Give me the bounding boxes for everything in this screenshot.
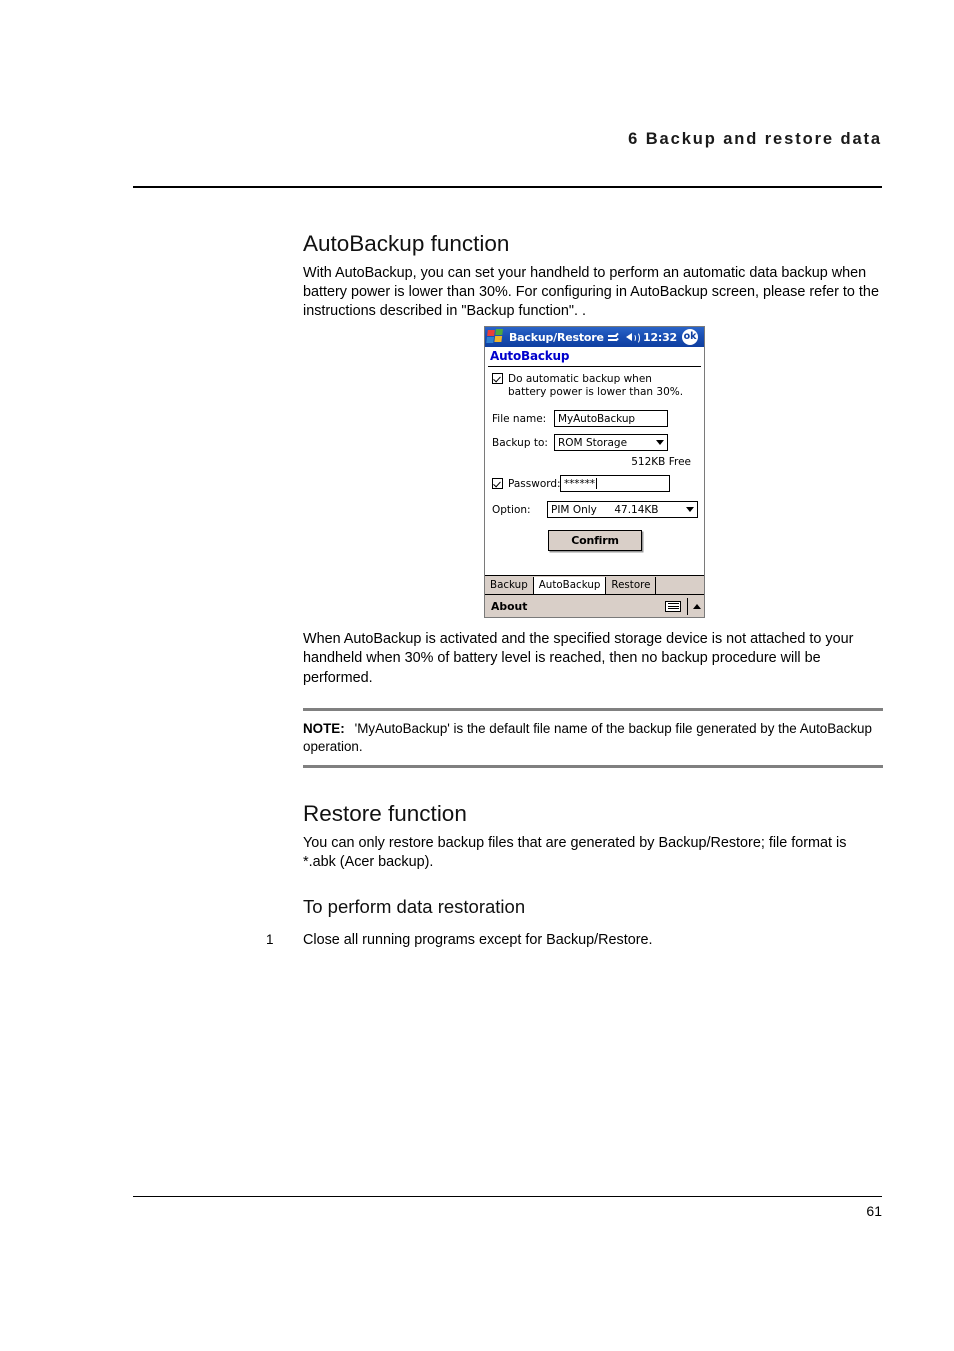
restore-intro-paragraph: You can only restore backup files that a…	[303, 835, 847, 871]
subheading-perform-restoration: To perform data restoration	[303, 896, 526, 918]
running-header-text: 6 Backup and restore data	[628, 130, 882, 148]
about-menu-button[interactable]: About	[491, 600, 527, 613]
pda-tab-bar: Backup AutoBackup Restore	[485, 575, 704, 594]
backup-to-row: Backup to: ROM Storage	[492, 434, 698, 452]
option-value: PIM Only	[551, 503, 597, 516]
section-title-autobackup: AutoBackup function	[303, 231, 510, 256]
step-text: Close all running programs except for Ba…	[303, 931, 653, 948]
pda-app-title: Backup/Restore	[509, 330, 604, 344]
password-checkbox[interactable]	[492, 478, 503, 490]
pda-command-bar: About	[485, 594, 704, 617]
option-select[interactable]: PIM Only 47.14KB	[547, 501, 698, 519]
tab-restore[interactable]: Restore	[606, 577, 657, 594]
password-input[interactable]: ******	[560, 475, 670, 493]
note-label: NOTE:	[303, 721, 345, 737]
ok-button[interactable]: ok	[682, 329, 698, 345]
running-header: 6 Backup and restore data	[133, 130, 882, 149]
auto-backup-checkbox-row[interactable]: Do automatic backup when battery power i…	[492, 373, 698, 399]
autobackup-intro-paragraph: With AutoBackup, you can set your handhe…	[303, 264, 879, 320]
chevron-down-icon[interactable]	[685, 507, 694, 513]
file-name-label: File name:	[492, 412, 547, 425]
pda-title-bar: Backup/Restore 12:32 ok	[485, 327, 704, 347]
option-label: Option:	[492, 503, 531, 516]
autobackup-followup-paragraph: When AutoBackup is activated and the spe…	[303, 631, 854, 686]
connectivity-icon[interactable]	[607, 332, 621, 343]
note-text: 'MyAutoBackup' is the default file name …	[303, 721, 872, 755]
footer-rule	[133, 1196, 882, 1198]
backup-to-label: Backup to:	[492, 436, 548, 449]
text-caret	[595, 478, 598, 490]
note-block: NOTE: 'MyAutoBackup' is the default file …	[303, 707, 883, 769]
backup-to-value: ROM Storage	[558, 436, 628, 449]
list-item: 1 Close all running programs except for …	[266, 931, 883, 950]
file-name-input[interactable]: MyAutoBackup	[554, 410, 668, 428]
option-row: Option: PIM Only 47.14KB	[492, 501, 698, 519]
header-rule	[133, 186, 882, 188]
chevron-down-icon[interactable]	[656, 440, 664, 446]
free-space-label: 512KB Free	[631, 456, 691, 469]
step-number: 1	[266, 931, 274, 947]
pda-form: Do automatic backup when battery power i…	[485, 367, 704, 566]
pda-app-heading: AutoBackup	[490, 349, 570, 363]
option-size: 47.14KB	[614, 503, 659, 516]
pda-screenshot-figure: Backup/Restore 12:32 ok AutoBackup Do au…	[484, 326, 705, 618]
note-body: NOTE: 'MyAutoBackup' is the default file …	[303, 711, 883, 765]
pda-clock[interactable]: 12:32	[643, 331, 677, 344]
tab-backup[interactable]: Backup	[485, 577, 534, 594]
section-title-restore: Restore function	[303, 801, 467, 827]
auto-backup-checkbox[interactable]	[492, 373, 503, 384]
tab-bar-filler	[656, 577, 704, 594]
password-row: Password: ******	[492, 475, 698, 493]
keyboard-icon[interactable]	[665, 600, 681, 612]
page-number: 61	[866, 1203, 882, 1219]
speaker-icon[interactable]	[625, 331, 640, 344]
password-value: ******	[564, 477, 595, 490]
backup-to-select[interactable]: ROM Storage	[554, 434, 668, 452]
command-bar-divider	[687, 597, 688, 615]
chevron-up-icon[interactable]	[693, 603, 701, 609]
tab-autobackup[interactable]: AutoBackup	[533, 577, 607, 594]
file-name-row: File name: MyAutoBackup	[492, 410, 698, 428]
confirm-button[interactable]: Confirm	[548, 530, 642, 552]
auto-backup-checkbox-label: Do automatic backup when battery power i…	[508, 373, 684, 399]
windows-flag-icon[interactable]	[486, 329, 506, 345]
password-label: Password:	[508, 477, 561, 490]
